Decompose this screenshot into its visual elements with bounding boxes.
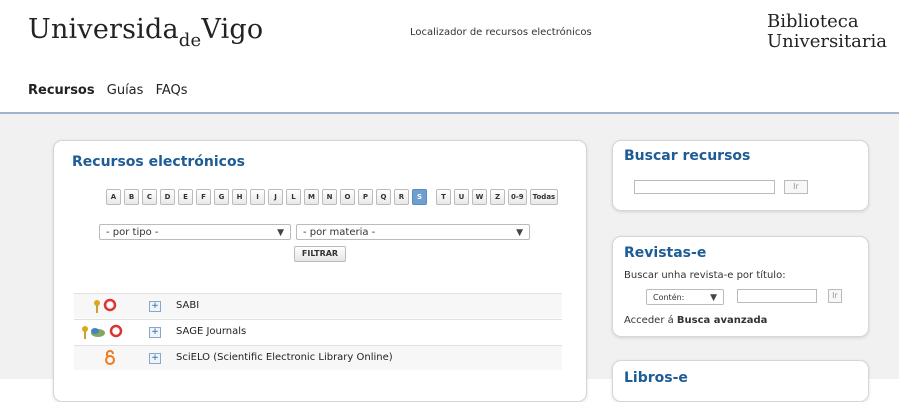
subject-select[interactable]: - por materia - ▼ xyxy=(296,224,530,240)
letter-o[interactable]: O xyxy=(340,189,355,205)
expand-icon[interactable]: + xyxy=(149,327,161,338)
resource-name[interactable]: SABI xyxy=(176,300,199,311)
letter-a[interactable]: A xyxy=(106,189,121,205)
letter-j[interactable]: J xyxy=(268,189,283,205)
letter-r[interactable]: R xyxy=(394,189,409,205)
resource-row: + SABI xyxy=(74,293,562,318)
letter-f[interactable]: F xyxy=(196,189,211,205)
letter-w[interactable]: W xyxy=(472,189,487,205)
chevron-down-icon: ▼ xyxy=(277,228,284,238)
resource-row: + SciELO (Scientific Electronic Library … xyxy=(74,345,562,370)
filter-button[interactable]: FILTRAR xyxy=(294,246,346,262)
access-icons xyxy=(94,298,117,313)
letter-p[interactable]: P xyxy=(358,189,373,205)
ebooks-panel: Libros-e xyxy=(612,360,869,402)
chevron-down-icon: ▼ xyxy=(710,293,717,303)
type-select[interactable]: - por tipo - ▼ xyxy=(99,224,291,240)
letter-d[interactable]: D xyxy=(160,189,175,205)
access-icons xyxy=(82,324,123,339)
ejournals-panel: Revistas-e Buscar unha revista-e por tít… xyxy=(612,236,869,337)
open-access-icon xyxy=(105,350,115,365)
key-icon xyxy=(82,326,88,339)
search-input[interactable] xyxy=(634,180,775,194)
resource-icons xyxy=(80,298,150,314)
resource-icons xyxy=(80,324,150,340)
lifebuoy-icon xyxy=(109,324,123,338)
search-go-button[interactable]: Ir xyxy=(784,180,808,194)
advanced-search-line: Acceder á Busca avanzada xyxy=(624,315,768,326)
letter-g[interactable]: G xyxy=(214,189,229,205)
sjr-icon xyxy=(91,328,105,337)
resources-panel: Recursos electrónicos A B C D E F G H I … xyxy=(53,140,587,402)
letter-h[interactable]: H xyxy=(232,189,247,205)
journal-go-button[interactable]: Ir xyxy=(828,289,842,303)
letter-0-9[interactable]: 0-9 xyxy=(508,189,527,205)
advanced-search-link[interactable]: Busca avanzada xyxy=(677,315,767,326)
letter-q[interactable]: Q xyxy=(376,189,391,205)
letter-todas[interactable]: Todas xyxy=(529,189,559,205)
nav-recursos[interactable]: Recursos xyxy=(28,83,95,98)
letter-n[interactable]: N xyxy=(322,189,337,205)
lifebuoy-icon xyxy=(103,298,117,312)
resource-name[interactable]: SAGE Journals xyxy=(176,326,246,337)
alphabet-filter: A B C D E F G H I J L M N O P Q R S T U … xyxy=(106,189,561,205)
resource-icons xyxy=(80,350,150,366)
letter-z[interactable]: Z xyxy=(490,189,505,205)
site-header: UniversidadeVigo Localizador de recursos… xyxy=(0,0,899,114)
letter-m[interactable]: M xyxy=(304,189,319,205)
expand-icon[interactable]: + xyxy=(149,301,161,312)
ejournals-title: Revistas-e xyxy=(624,245,707,261)
letter-i[interactable]: I xyxy=(250,189,265,205)
match-mode-select[interactable]: Contén: ▼ xyxy=(646,289,724,305)
letter-s-selected[interactable]: S xyxy=(412,189,427,205)
nav-guias[interactable]: Guías xyxy=(107,83,144,98)
letter-e[interactable]: E xyxy=(178,189,193,205)
key-icon xyxy=(94,300,100,313)
site-subtitle: Localizador de recursos electrónicos xyxy=(410,27,592,38)
main-nav: Recursos Guías FAQs xyxy=(28,83,196,98)
resources-title: Recursos electrónicos xyxy=(72,154,245,170)
search-resources-panel: Buscar recursos Ir xyxy=(612,140,869,211)
university-logo[interactable]: UniversidadeVigo xyxy=(28,14,263,51)
letter-u[interactable]: U xyxy=(454,189,469,205)
resource-name[interactable]: SciELO (Scientific Electronic Library On… xyxy=(176,352,393,363)
content-area: Recursos electrónicos A B C D E F G H I … xyxy=(0,114,899,402)
library-logo[interactable]: Biblioteca Universitaria xyxy=(767,12,887,52)
ebooks-title: Libros-e xyxy=(624,370,688,386)
letter-t[interactable]: T xyxy=(436,189,451,205)
resource-row: + SAGE Journals xyxy=(74,319,562,344)
ejournals-prompt: Buscar unha revista-e por título: xyxy=(624,270,786,281)
nav-faqs[interactable]: FAQs xyxy=(156,83,188,98)
journal-title-input[interactable] xyxy=(737,289,817,303)
letter-l[interactable]: L xyxy=(286,189,301,205)
letter-c[interactable]: C xyxy=(142,189,157,205)
search-title: Buscar recursos xyxy=(624,148,751,164)
chevron-down-icon: ▼ xyxy=(516,228,523,238)
expand-icon[interactable]: + xyxy=(149,353,161,364)
letter-b[interactable]: B xyxy=(124,189,139,205)
